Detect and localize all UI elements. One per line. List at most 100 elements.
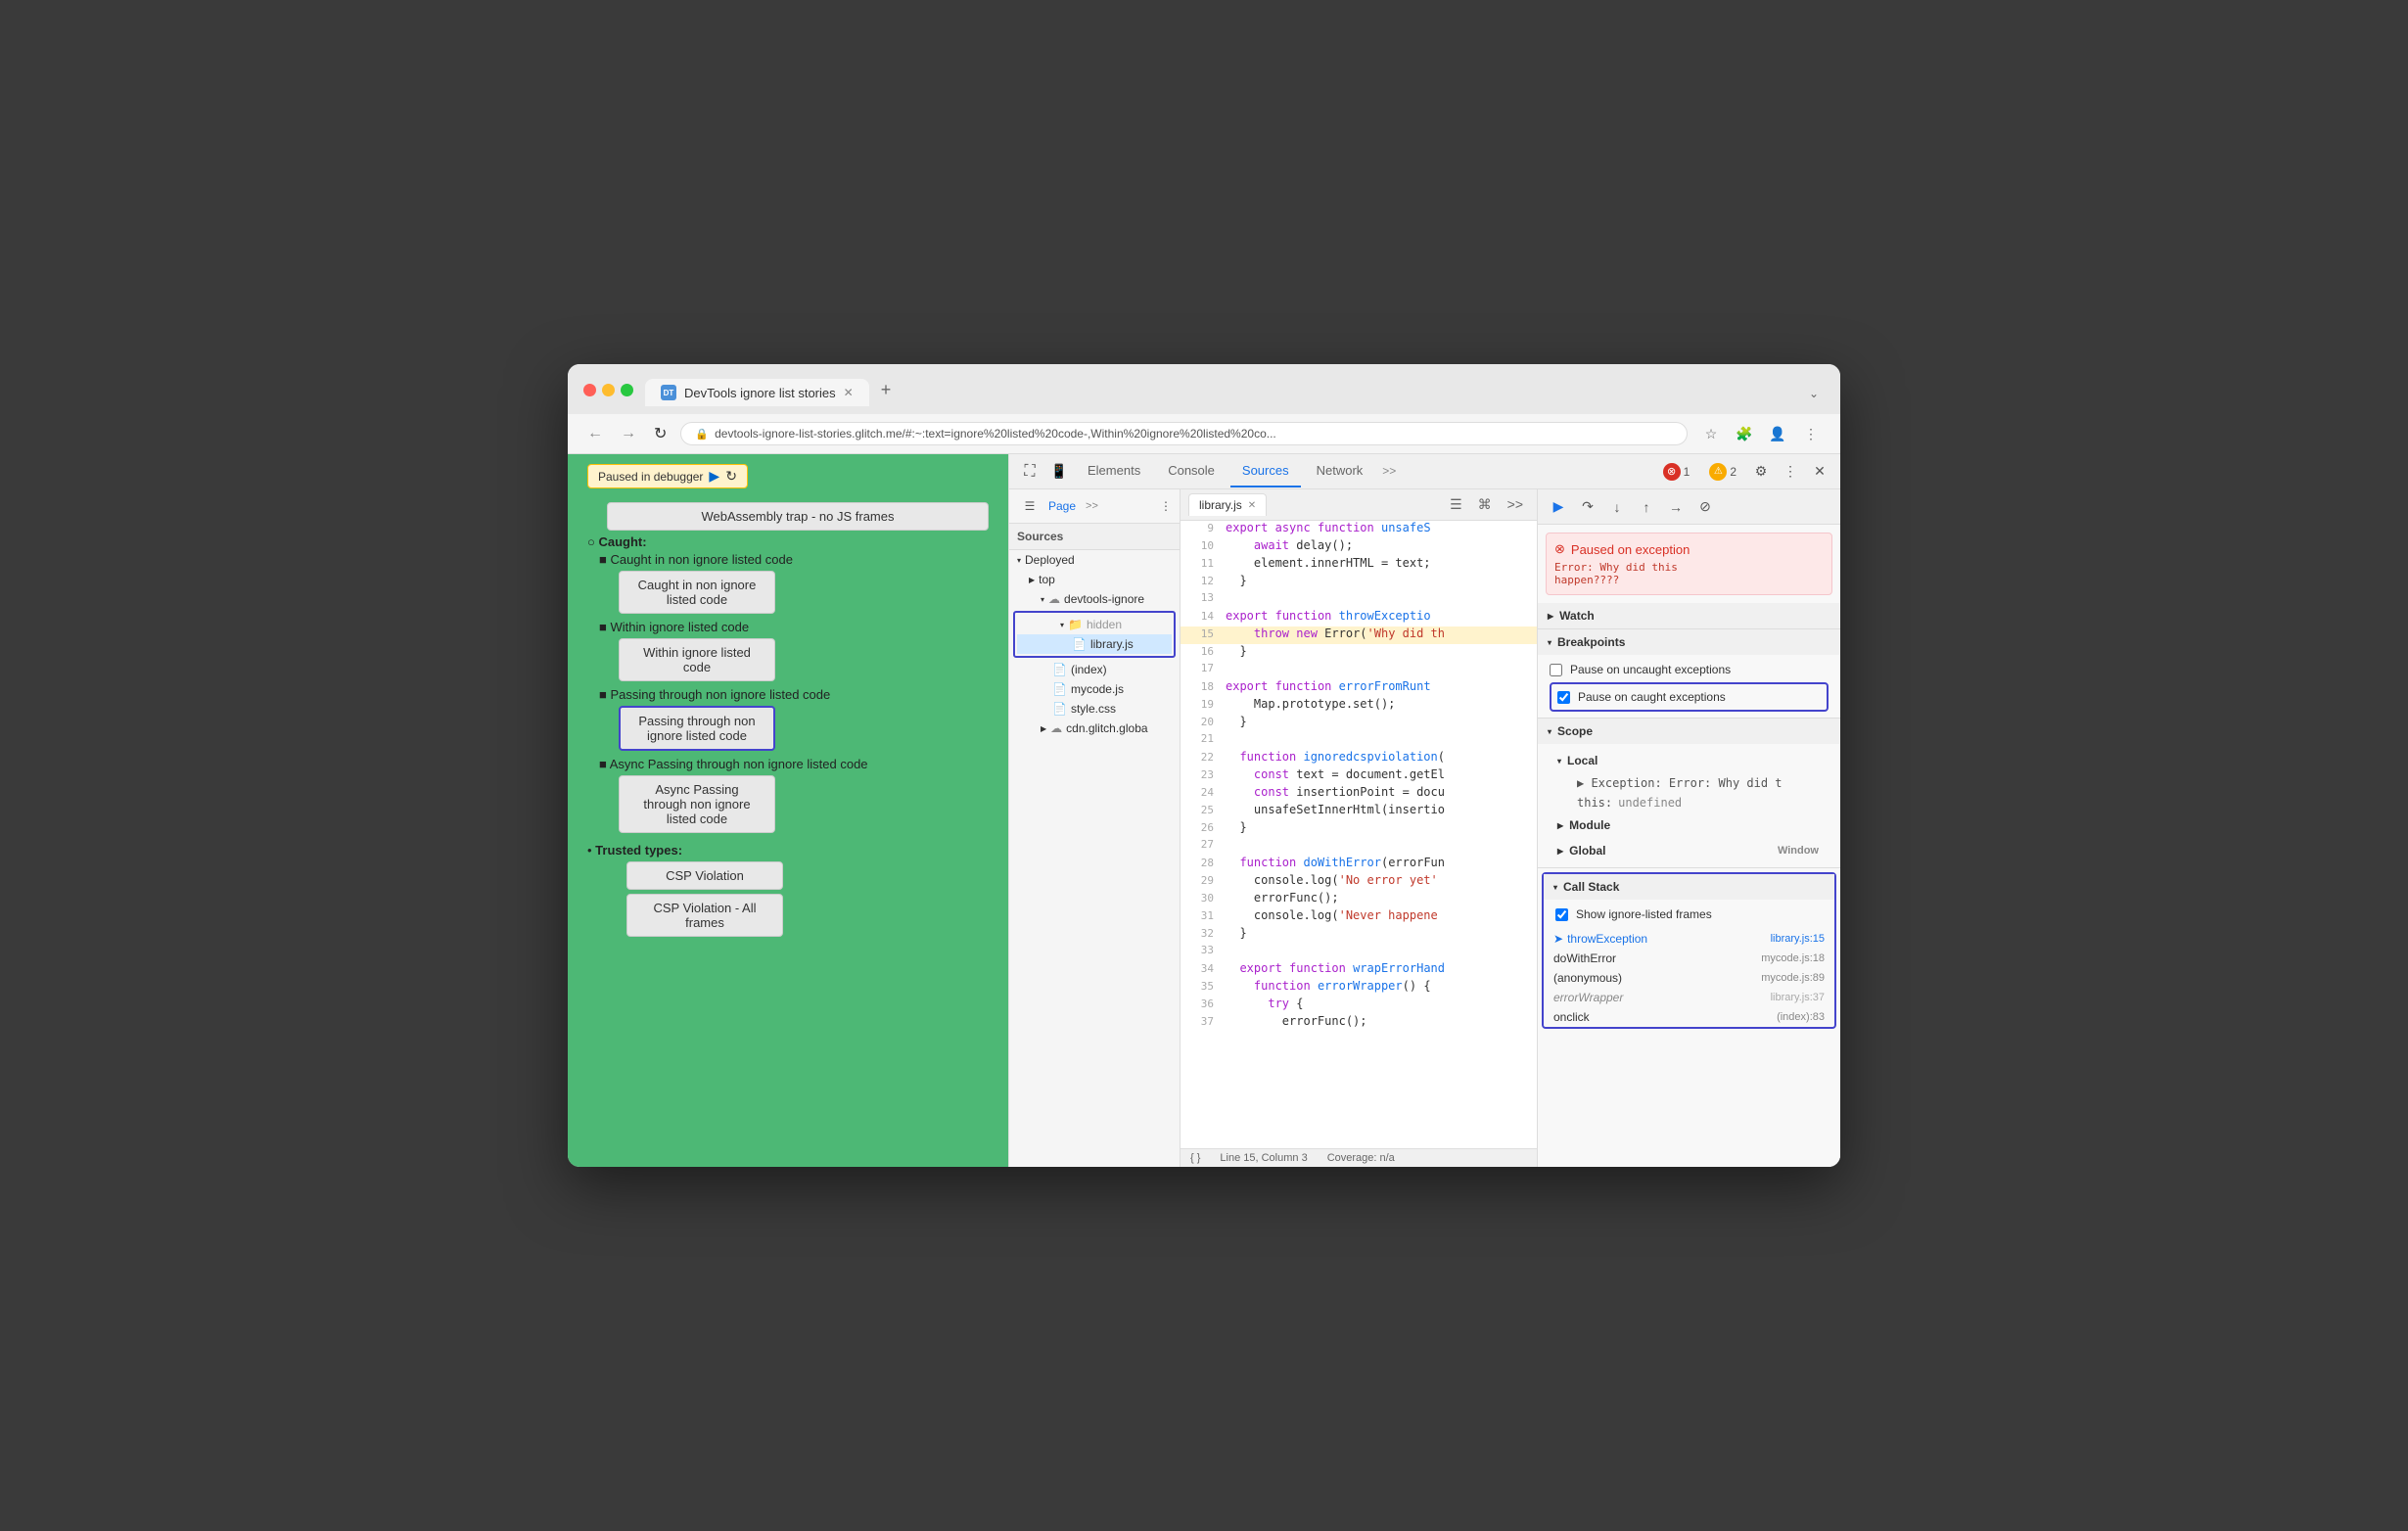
code-tab-close[interactable]: ✕ xyxy=(1248,500,1256,511)
navigator-toggle[interactable]: ⌘ xyxy=(1472,494,1498,515)
caught-items: ■ Caught in non ignore listed code Caugh… xyxy=(599,552,989,833)
code-line: 19 Map.prototype.set(); xyxy=(1181,697,1537,715)
csp-violation-button[interactable]: CSP Violation xyxy=(626,861,783,890)
sidebar-sources-toggle[interactable]: ☰ xyxy=(1444,494,1468,515)
resume-button[interactable]: ▶ xyxy=(1546,494,1571,520)
more-devtools-button[interactable]: ⋮ xyxy=(1778,459,1803,485)
sidebar-toggle[interactable]: ☰ xyxy=(1017,493,1042,519)
call-stack-chevron xyxy=(1553,883,1557,892)
bookmark-button[interactable]: ☆ xyxy=(1697,420,1725,447)
index-item[interactable]: 📄 (index) xyxy=(1009,660,1180,679)
inspector-toggle[interactable]: ⛶ xyxy=(1017,459,1042,485)
passing-through-label: ■ Passing through non ignore listed code xyxy=(599,687,830,702)
frame-throwexception[interactable]: ➤throwException library.js:15 xyxy=(1544,929,1834,949)
global-header[interactable]: Global Window xyxy=(1550,838,1829,863)
frame-file-errorwrapper: library.js:37 xyxy=(1771,992,1825,1003)
frame-fn-throwexception: ➤throwException xyxy=(1553,932,1647,946)
frame-dowitherror[interactable]: doWithError mycode.js:18 xyxy=(1544,949,1834,968)
reload-button[interactable]: ↻ xyxy=(650,422,671,445)
call-stack-label: Call Stack xyxy=(1563,880,1619,894)
tab-close-button[interactable]: ✕ xyxy=(844,386,854,399)
warning-count: 2 xyxy=(1730,465,1737,479)
code-line: 26 } xyxy=(1181,820,1537,838)
tab-overflow[interactable]: >> xyxy=(1378,464,1400,480)
right-panel-toolbar: ▶ ↷ ↓ ↑ → ⊘ xyxy=(1538,489,1840,525)
library-js-tab[interactable]: library.js ✕ xyxy=(1188,493,1267,516)
module-header[interactable]: Module xyxy=(1550,812,1829,838)
deployed-item[interactable]: Deployed xyxy=(1009,550,1180,570)
step-out-button[interactable]: ↑ xyxy=(1634,494,1659,520)
async-passing-button[interactable]: Async Passingthrough non ignorelisted co… xyxy=(619,775,775,833)
device-toggle[interactable]: 📱 xyxy=(1046,459,1072,485)
minimize-button[interactable] xyxy=(602,384,615,396)
mycode-js-item[interactable]: 📄 mycode.js xyxy=(1009,679,1180,699)
deactivate-breakpoints-button[interactable]: ⊘ xyxy=(1692,494,1718,520)
page-tab[interactable]: Page xyxy=(1048,499,1076,513)
local-header[interactable]: Local xyxy=(1550,748,1829,773)
page-content: Paused in debugger ▶ ↻ WebAssembly trap … xyxy=(568,454,1008,1167)
step-over-button[interactable]: ↷ xyxy=(1575,494,1600,520)
tab-sources[interactable]: Sources xyxy=(1230,455,1301,487)
trusted-types-list: CSP Violation CSP Violation - All frames xyxy=(607,861,989,937)
close-button[interactable] xyxy=(583,384,596,396)
top-item[interactable]: top xyxy=(1009,570,1180,589)
cdn-item[interactable]: ☁ cdn.glitch.globa xyxy=(1009,719,1180,738)
library-js-item[interactable]: 📄 library.js xyxy=(1017,634,1172,654)
csp-violation-item: CSP Violation xyxy=(607,861,989,890)
hidden-folder-item[interactable]: 📁 hidden xyxy=(1017,615,1172,634)
sources-panel: ☰ Page >> ⋮ Sources Deployed top xyxy=(1009,489,1840,1167)
address-input[interactable]: 🔒 devtools-ignore-list-stories.glitch.me… xyxy=(680,422,1688,445)
tab-elements[interactable]: Elements xyxy=(1076,455,1152,487)
pause-uncaught-checkbox[interactable] xyxy=(1550,664,1562,676)
global-label: Global xyxy=(1569,844,1605,858)
forward-button[interactable]: → xyxy=(617,423,640,444)
settings-button[interactable]: ⚙ xyxy=(1748,459,1774,485)
devtools-ignore-chevron xyxy=(1041,595,1044,604)
profile-button[interactable]: 👤 xyxy=(1764,420,1791,447)
devtools-ignore-item[interactable]: ☁ devtools-ignore xyxy=(1009,589,1180,609)
close-devtools-button[interactable]: ✕ xyxy=(1807,459,1832,485)
watch-header[interactable]: Watch xyxy=(1538,603,1840,628)
within-ignore-button[interactable]: Within ignore listedcode xyxy=(619,638,775,681)
warnings-button[interactable]: ⚠ 2 xyxy=(1701,460,1744,484)
show-ignore-checkbox[interactable] xyxy=(1555,908,1568,921)
mycode-file-icon: 📄 xyxy=(1052,682,1067,696)
local-label: Local xyxy=(1567,754,1598,767)
more-sources-button[interactable]: ⋮ xyxy=(1160,499,1172,513)
step-icon[interactable]: ↻ xyxy=(725,468,737,485)
more-code-actions[interactable]: >> xyxy=(1502,494,1529,515)
step-button[interactable]: → xyxy=(1663,494,1689,520)
csp-violation-all-button[interactable]: CSP Violation - All frames xyxy=(626,894,783,937)
resume-icon[interactable]: ▶ xyxy=(709,468,719,485)
browser-tab[interactable]: DT DevTools ignore list stories ✕ xyxy=(645,379,869,406)
maximize-button[interactable] xyxy=(621,384,633,396)
tab-console[interactable]: Console xyxy=(1156,455,1227,487)
file-tree-overflow[interactable]: >> xyxy=(1086,500,1098,512)
sources-title: Sources xyxy=(1009,524,1180,550)
pause-caught-checkbox[interactable] xyxy=(1557,691,1570,704)
caught-non-ignore-button[interactable]: Caught in non ignorelisted code xyxy=(619,571,775,614)
frame-onclick[interactable]: onclick (index):83 xyxy=(1544,1007,1834,1027)
code-line: 10 await delay(); xyxy=(1181,538,1537,556)
code-line: 33 xyxy=(1181,944,1537,961)
watch-label: Watch xyxy=(1559,609,1595,623)
call-stack-header[interactable]: Call Stack xyxy=(1544,874,1834,900)
code-line: 32 } xyxy=(1181,926,1537,944)
breakpoints-header[interactable]: Breakpoints xyxy=(1538,629,1840,655)
step-into-button[interactable]: ↓ xyxy=(1604,494,1630,520)
errors-button[interactable]: ⊗ 1 xyxy=(1655,460,1698,484)
more-menu-button[interactable]: ⋮ xyxy=(1797,420,1825,447)
passing-through-button[interactable]: Passing through nonignore listed code xyxy=(619,706,775,751)
code-line: 31 console.log('Never happene xyxy=(1181,908,1537,926)
new-tab-button[interactable]: + xyxy=(869,374,903,406)
tab-network[interactable]: Network xyxy=(1305,455,1375,487)
frame-anonymous[interactable]: (anonymous) mycode.js:89 xyxy=(1544,968,1834,988)
back-button[interactable]: ← xyxy=(583,423,607,444)
hidden-folder-label: hidden xyxy=(1087,618,1122,631)
tab-overflow-button[interactable]: ⌄ xyxy=(1803,381,1825,406)
scope-header[interactable]: Scope xyxy=(1538,719,1840,744)
arrow-icon: ➤ xyxy=(1553,932,1563,946)
frame-errorwrapper[interactable]: errorWrapper library.js:37 xyxy=(1544,988,1834,1007)
extensions-button[interactable]: 🧩 xyxy=(1731,420,1758,447)
style-css-item[interactable]: 📄 style.css xyxy=(1009,699,1180,719)
